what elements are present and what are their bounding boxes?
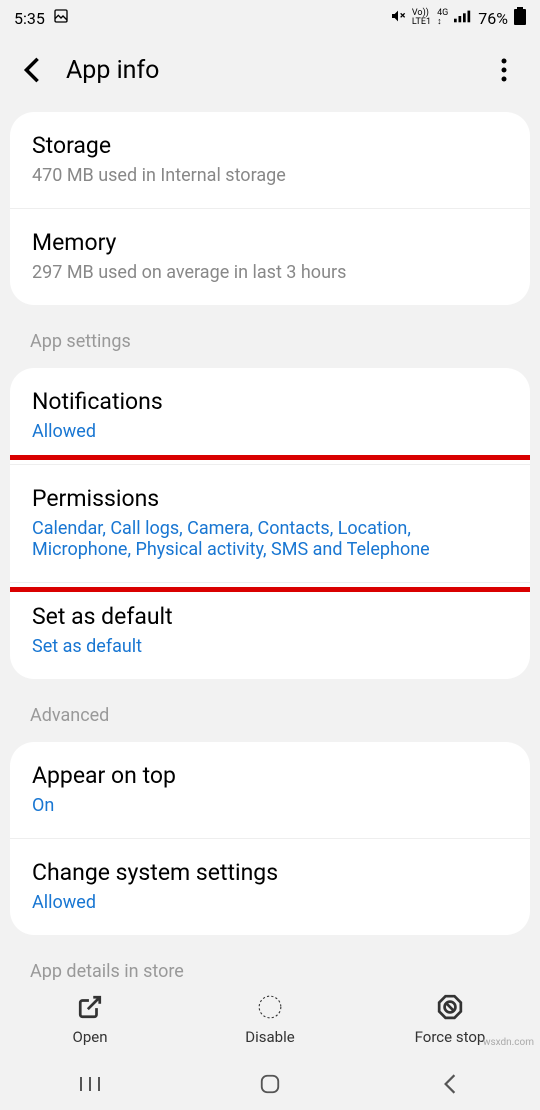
signal-icon xyxy=(454,9,472,27)
page-title: App info xyxy=(66,56,486,85)
volte-icon: Vo))LTE1 xyxy=(412,9,431,27)
change-system-settings-row[interactable]: Change system settings Allowed xyxy=(10,838,530,935)
open-icon xyxy=(75,992,105,1022)
recents-button[interactable] xyxy=(60,1069,120,1099)
mute-icon xyxy=(390,8,406,28)
appear-on-top-row[interactable]: Appear on top On xyxy=(10,742,530,838)
home-button[interactable] xyxy=(240,1069,300,1099)
advanced-header: Advanced xyxy=(0,687,540,734)
set-default-sub: Set as default xyxy=(32,636,508,657)
open-button[interactable]: Open xyxy=(10,992,170,1046)
battery-percent: 76% xyxy=(478,9,508,28)
gallery-icon xyxy=(53,8,69,28)
notifications-sub: Allowed xyxy=(32,421,508,442)
open-label: Open xyxy=(73,1028,108,1046)
app-settings-card: Notifications Allowed Permissions Calend… xyxy=(10,368,530,679)
force-stop-label: Force stop xyxy=(415,1028,486,1046)
navigation-bar xyxy=(0,1058,540,1110)
set-default-row[interactable]: Set as default Set as default xyxy=(10,582,530,679)
watermark: wsxdn.com xyxy=(483,1037,534,1048)
permissions-row[interactable]: Permissions Calendar, Call logs, Camera,… xyxy=(10,464,530,582)
appear-on-top-sub: On xyxy=(32,795,508,816)
notifications-row[interactable]: Notifications Allowed xyxy=(10,368,530,464)
appear-on-top-title: Appear on top xyxy=(32,762,508,789)
status-time: 5:35 xyxy=(14,9,45,28)
storage-sub: 470 MB used in Internal storage xyxy=(32,165,508,186)
set-default-title: Set as default xyxy=(32,603,508,630)
change-system-settings-title: Change system settings xyxy=(32,859,508,886)
permissions-sub: Calendar, Call logs, Camera, Contacts, L… xyxy=(32,518,508,560)
network-4g-icon: 4G↕ xyxy=(437,9,448,27)
more-button[interactable] xyxy=(486,52,522,88)
disable-label: Disable xyxy=(245,1028,294,1046)
bottom-actions: Open Disable Force stop xyxy=(0,980,540,1058)
app-bar: App info xyxy=(0,36,540,104)
memory-sub: 297 MB used on average in last 3 hours xyxy=(32,262,508,283)
change-system-settings-sub: Allowed xyxy=(32,892,508,913)
disable-icon xyxy=(255,992,285,1022)
permissions-title: Permissions xyxy=(32,485,508,512)
storage-row[interactable]: Storage 470 MB used in Internal storage xyxy=(10,112,530,208)
status-bar: 5:35 Vo))LTE1 4G↕ 76% xyxy=(0,0,540,36)
notifications-title: Notifications xyxy=(32,388,508,415)
usage-card: Storage 470 MB used in Internal storage … xyxy=(10,112,530,305)
memory-row[interactable]: Memory 297 MB used on average in last 3 … xyxy=(10,208,530,305)
app-settings-header: App settings xyxy=(0,313,540,360)
force-stop-icon xyxy=(435,992,465,1022)
battery-icon xyxy=(514,7,526,29)
storage-title: Storage xyxy=(32,132,508,159)
advanced-card: Appear on top On Change system settings … xyxy=(10,742,530,935)
nav-back-button[interactable] xyxy=(420,1069,480,1099)
back-button[interactable] xyxy=(18,56,46,84)
memory-title: Memory xyxy=(32,229,508,256)
disable-button[interactable]: Disable xyxy=(190,992,350,1046)
